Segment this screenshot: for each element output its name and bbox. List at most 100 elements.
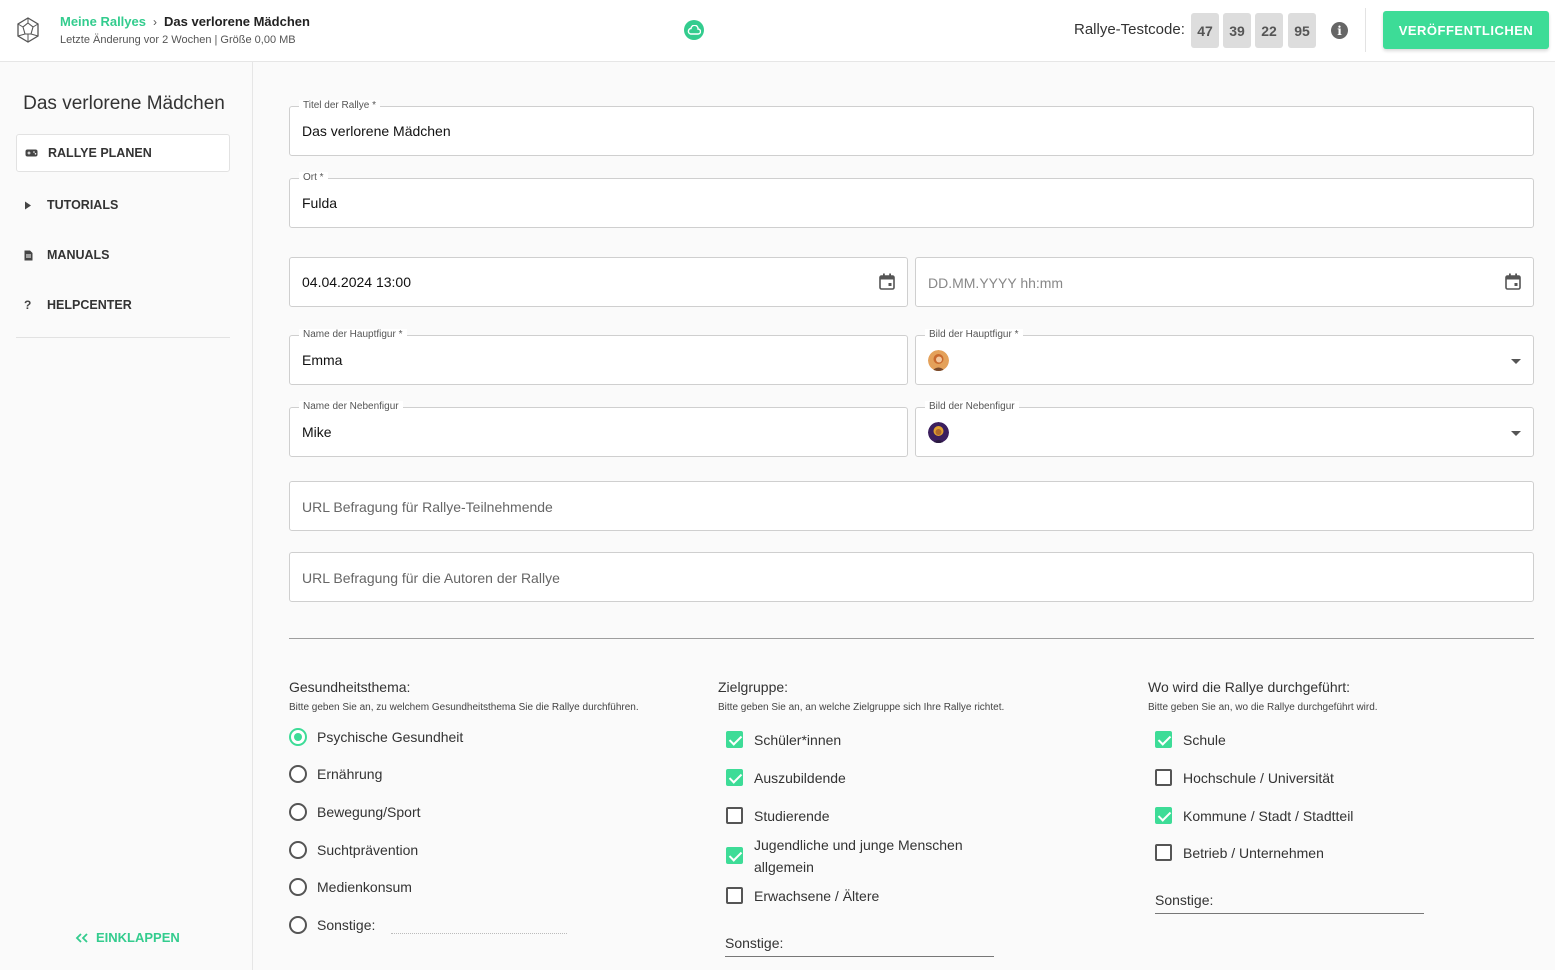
header-divider [1365, 8, 1366, 52]
hauptfigur-image-select[interactable]: Bild der Hauptfigur * [915, 329, 1534, 385]
start-date-field[interactable]: 04.04.2024 13:00 [289, 257, 908, 307]
checkbox-betrieb[interactable]: Betrieb / Unternehmen [1155, 842, 1324, 864]
sidebar-title: Das verlorene Mädchen [23, 93, 225, 114]
nebenfigur-name-value: Mike [302, 424, 332, 440]
gesundheitsthema-sonstige-input[interactable] [391, 933, 567, 934]
chevron-down-icon [1511, 431, 1521, 436]
checkbox-schueler[interactable]: Schüler*innen [726, 729, 841, 751]
hauptfigur-name-field[interactable]: Name der Hauptfigur * Emma [289, 329, 908, 385]
radio-ernaehrung[interactable]: Ernährung [289, 763, 382, 785]
radio-sonstige[interactable]: Sonstige: [289, 914, 375, 936]
ort-field[interactable]: Ort * Fulda [289, 172, 1534, 228]
checkbox-schule[interactable]: Schule [1155, 729, 1226, 751]
ort-field-label: Ort * [299, 172, 328, 184]
sidebar-item-manuals[interactable]: MANUALS [16, 236, 230, 274]
radio-label: Psychische Gesundheit [317, 729, 464, 745]
hauptfigur-name-value: Emma [302, 352, 343, 368]
checkbox[interactable] [1155, 769, 1172, 786]
checkbox-label: Kommune / Stadt / Stadtteil [1183, 808, 1354, 824]
checkbox-erwachsene[interactable]: Erwachsene / Ältere [726, 885, 879, 907]
title-field[interactable]: Titel der Rallye * Das verlorene Mädchen [289, 100, 1534, 156]
collapse-button[interactable]: EINKLAPPEN [75, 930, 180, 945]
url-teilnehmende-field[interactable]: URL Befragung für Rallye-Teilnehmende [289, 481, 1534, 531]
section-divider [289, 638, 1534, 639]
question-icon: ? [24, 298, 32, 312]
checkbox[interactable] [1155, 731, 1172, 748]
zielgruppe-sonstige-input[interactable] [725, 956, 994, 957]
checkbox-kommune[interactable]: Kommune / Stadt / Stadtteil [1155, 805, 1353, 827]
title-field-value: Das verlorene Mädchen [302, 123, 451, 139]
checkbox[interactable] [1155, 807, 1172, 824]
sidebar-item-rallye-planen[interactable]: RALLYE PLANEN [16, 134, 230, 172]
checkbox-label: Erwachsene / Ältere [754, 888, 880, 904]
breadcrumb-meine-rallyes[interactable]: Meine Rallyes [60, 14, 146, 29]
testcode-digit: 47 [1191, 13, 1219, 48]
radio-label: Bewegung/Sport [317, 804, 421, 820]
durchfuehrung-sonstige-input[interactable] [1155, 913, 1424, 914]
checkbox-auszubildende[interactable]: Auszubildende [726, 767, 846, 789]
radio-button[interactable] [289, 728, 307, 746]
radio-psychische-gesundheit[interactable]: Psychische Gesundheit [289, 726, 463, 748]
publish-button[interactable]: VERÖFFENTLICHEN [1383, 11, 1549, 49]
radio-medienkonsum[interactable]: Medienkonsum [289, 876, 412, 898]
radio-label: Suchtprävention [317, 842, 419, 858]
sidebar-item-label: TUTORIALS [47, 198, 119, 212]
url-autoren-placeholder: URL Befragung für die Autoren der Rallye [302, 570, 560, 586]
durchfuehrung-title: Wo wird die Rallye durchgeführt: [1148, 679, 1351, 695]
testcode-digit: 22 [1255, 13, 1283, 48]
radio-label: Medienkonsum [317, 879, 412, 895]
cloud-sync-icon [684, 20, 704, 40]
breadcrumb-current: Das verlorene Mädchen [164, 14, 310, 29]
checkbox-studierende[interactable]: Studierende [726, 805, 830, 827]
nebenfigur-name-label: Name der Nebenfigur [299, 401, 403, 413]
end-date-field[interactable]: DD.MM.YYYY hh:mm [915, 257, 1534, 307]
nebenfigur-name-field[interactable]: Name der Nebenfigur Mike [289, 401, 908, 457]
checkbox[interactable] [1155, 844, 1172, 861]
breadcrumb: Meine Rallyes › Das verlorene Mädchen [60, 14, 310, 29]
app-logo-icon[interactable] [16, 17, 40, 43]
gesundheitsthema-hint: Bitte geben Sie an, zu welchem Gesundhei… [289, 702, 639, 713]
radio-button[interactable] [289, 878, 307, 896]
info-icon[interactable]: i [1331, 22, 1348, 39]
document-icon [16, 250, 47, 261]
character-avatar-emma [928, 350, 949, 371]
checkbox-label: Betrieb / Unternehmen [1183, 845, 1324, 861]
radio-label: Sonstige: [317, 917, 376, 933]
double-chevron-left-icon [75, 932, 88, 943]
sidebar: Das verlorene Mädchen RALLYE PLANEN TUTO… [0, 62, 253, 970]
sidebar-item-helpcenter[interactable]: ? HELPCENTER [16, 286, 230, 324]
checkbox[interactable] [726, 887, 743, 904]
sidebar-item-label: MANUALS [47, 248, 110, 262]
checkbox[interactable] [726, 847, 743, 864]
radio-button[interactable] [289, 803, 307, 821]
end-date-placeholder: DD.MM.YYYY hh:mm [928, 275, 1064, 291]
checkbox-jugendliche[interactable]: Jugendliche und junge Menschen allgemein [726, 834, 986, 878]
calendar-icon[interactable] [1505, 273, 1521, 290]
checkbox[interactable] [726, 731, 743, 748]
radio-button[interactable] [289, 841, 307, 859]
radio-button[interactable] [289, 916, 307, 934]
start-date-value: 04.04.2024 13:00 [302, 274, 411, 290]
character-avatar-mike [928, 422, 949, 443]
calendar-icon[interactable] [879, 273, 895, 290]
sidebar-divider [16, 337, 230, 338]
checkbox[interactable] [726, 807, 743, 824]
checkbox[interactable] [726, 769, 743, 786]
last-change-meta: Letzte Änderung vor 2 Wochen | Größe 0,0… [60, 34, 296, 46]
ort-field-value: Fulda [302, 195, 338, 211]
zielgruppe-sonstige-label: Sonstige: [725, 935, 784, 951]
checkbox-label: Hochschule / Universität [1183, 770, 1334, 786]
radio-button[interactable] [289, 765, 307, 783]
radio-bewegung-sport[interactable]: Bewegung/Sport [289, 801, 421, 823]
sidebar-item-label: RALLYE PLANEN [48, 146, 152, 160]
checkbox-hochschule[interactable]: Hochschule / Universität [1155, 767, 1334, 789]
checkbox-label: Jugendliche und junge Menschen allgemein [754, 837, 963, 875]
collapse-label: EINKLAPPEN [96, 930, 180, 945]
breadcrumb-chevron-icon: › [153, 14, 157, 29]
radio-suchtpraevention[interactable]: Suchtprävention [289, 839, 418, 861]
url-autoren-field[interactable]: URL Befragung für die Autoren der Rallye [289, 552, 1534, 602]
nebenfigur-image-label: Bild der Nebenfigur [925, 401, 1019, 413]
sidebar-item-tutorials[interactable]: TUTORIALS [16, 186, 230, 224]
nebenfigur-image-select[interactable]: Bild der Nebenfigur [915, 401, 1534, 457]
zielgruppe-hint: Bitte geben Sie an, an welche Zielgruppe… [718, 702, 1005, 713]
